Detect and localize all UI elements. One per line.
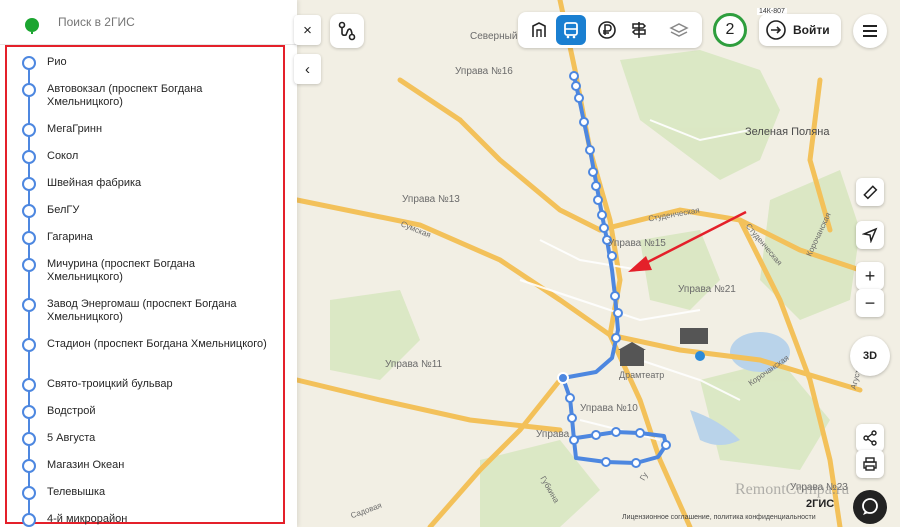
bus-icon [564,22,578,39]
close-panel-button[interactable]: × [294,15,321,45]
chevron-left-icon: ‹ [305,60,310,78]
district-label: Зеленая Поляна [745,126,830,138]
stop-name: Рио [47,56,67,68]
layer-button-atm[interactable] [592,15,622,45]
stop-name: Гагарина [47,231,93,243]
zoom-in-button[interactable]: + [856,262,884,290]
district-label: Северный [470,31,518,42]
metro-marker [695,351,705,361]
search-bar [0,0,297,45]
stop-marker-icon [22,459,36,473]
stop-marker-icon [22,150,36,164]
weather-value: 2 [725,21,735,38]
navigation-arrow-icon [862,227,878,243]
stop-name: Стадион (проспект Богдана Хмельницкого) [47,338,267,350]
login-label: Войти [793,23,830,37]
stop-marker-icon [22,405,36,419]
ruler-button[interactable] [856,178,884,206]
landmark-label: Драмтеатр [619,370,665,380]
3d-mode-button[interactable]: 3D [850,336,890,376]
stop-marker-icon [22,231,36,245]
map-layers-toolbar [518,12,702,48]
search-input[interactable] [52,10,296,34]
print-button[interactable] [856,450,884,478]
route-start-marker [557,372,569,384]
stop-name: Автовокзал (проспект Богдана Хмельницког… [47,83,203,108]
stop-name: Мичурина (проспект Богдана Хмельницкого) [47,258,195,283]
route-side-panel: Рио Автовокзал (проспект Богдана Хмельниц… [0,0,297,527]
hamburger-icon [863,25,877,37]
zoom-out-button[interactable]: − [856,289,884,317]
collapse-panel-button[interactable]: ‹ [294,54,321,84]
stop-name: Телевышка [47,486,106,498]
stop-name: Завод Энергомаш (проспект Богдана Хмельн… [47,298,237,323]
district-label: Управа №16 [455,66,513,77]
district-label: Управа №15 [608,238,666,249]
layer-button-parking[interactable] [624,15,654,45]
station-landmark [680,328,708,344]
share-button[interactable] [856,424,884,452]
3d-label: 3D [862,350,878,362]
2gis-brand-label: 2ГИС [806,498,835,510]
chat-button[interactable] [853,490,887,524]
stop-marker-icon [22,338,36,352]
stop-marker-icon [22,83,36,97]
district-label: Управа №21 [678,284,736,295]
layers-icon [669,23,689,37]
stop-name: Швейная фабрика [47,177,142,189]
close-icon: × [303,21,312,39]
ruble-icon [598,21,616,39]
stop-marker-icon [22,513,36,527]
directions-icon [338,21,356,41]
stop-name: Магазин Океан [47,459,125,471]
district-label: Управа №13 [402,194,460,205]
ruler-icon [863,185,878,200]
login-button[interactable]: Войти [759,14,841,46]
share-icon [863,430,877,446]
stop-marker-icon [22,486,36,500]
minus-icon: − [864,292,876,313]
my-location-button[interactable] [856,221,884,249]
district-label: Управа №10 [580,403,638,414]
directions-button[interactable] [330,14,364,48]
layer-button-transport[interactable] [556,15,586,45]
watermark-text: RemontCompa.ru [735,481,850,498]
stop-name: Свято-троицкий бульвар [47,378,173,390]
weather-indicator[interactable]: 2 [713,13,747,47]
menu-button[interactable] [853,14,887,48]
district-label: Управа [536,429,570,440]
stop-marker-icon [22,258,36,272]
stop-marker-icon [22,378,36,392]
stop-marker-icon [22,123,36,137]
layer-button-layers[interactable] [664,15,694,45]
stop-name: МегаГринн [47,123,103,135]
chat-bubble-icon [862,498,878,515]
stop-marker-icon [22,432,36,446]
stop-marker-icon [22,177,36,191]
stop-marker-icon [22,204,36,218]
legal-links[interactable]: Лицензионное соглашение, политика конфид… [622,514,816,521]
signpost-icon [631,22,647,38]
stops-list-highlight: Рио Автовокзал (проспект Богдана Хмельниц… [5,45,285,527]
stop-name: БелГУ [47,204,80,216]
layer-button-entrances[interactable] [524,15,554,45]
stop-name: 5 Августа [47,432,96,444]
plus-icon: + [864,265,876,286]
stop-marker-icon [22,298,36,312]
login-icon [766,20,786,40]
stop-marker-icon [22,56,36,70]
stop-name: 4-й микрорайон [47,513,128,525]
stop-name: Водстрой [47,405,96,417]
printer-icon [863,457,877,471]
building-icon [532,22,546,37]
stop-name: Сокол [47,150,79,162]
2gis-logo-icon[interactable] [24,18,40,34]
district-label: Управа №11 [385,359,443,370]
